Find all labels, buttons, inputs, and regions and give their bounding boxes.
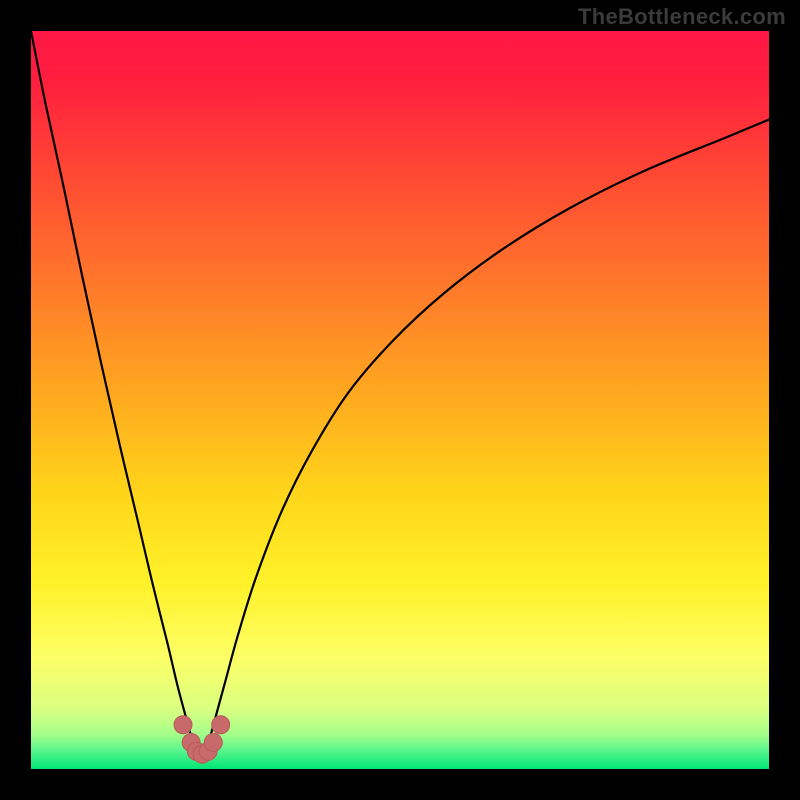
- plot-background: [31, 31, 769, 769]
- optimal-marker: [174, 716, 192, 734]
- optimal-marker: [212, 716, 230, 734]
- bottleneck-chart: [0, 0, 800, 800]
- watermark-text: TheBottleneck.com: [578, 4, 786, 30]
- chart-frame: TheBottleneck.com: [0, 0, 800, 800]
- optimal-marker: [204, 733, 222, 751]
